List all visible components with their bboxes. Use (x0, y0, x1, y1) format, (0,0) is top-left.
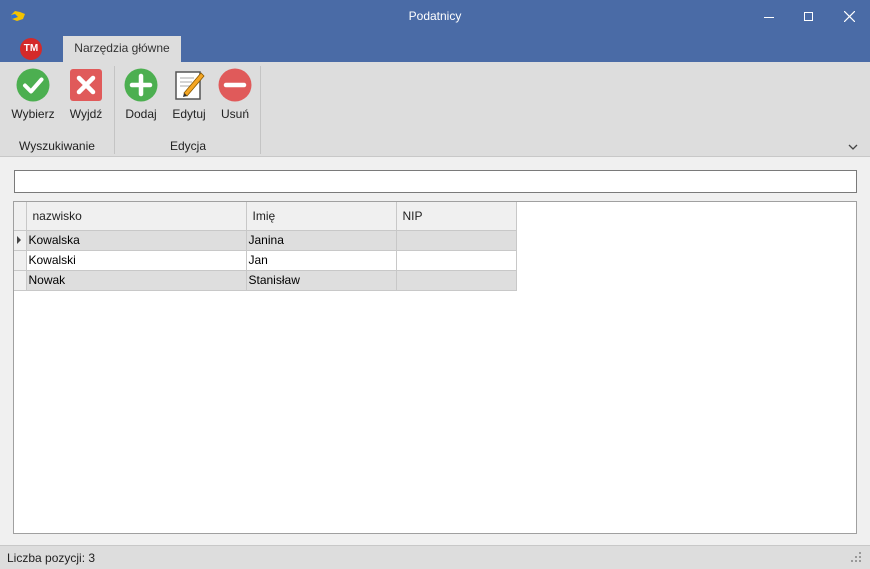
dodaj-label: Dodaj (125, 107, 157, 121)
cell-imie[interactable]: Stanisław (245, 269, 397, 291)
cell-imie[interactable]: Jan (245, 249, 397, 271)
title-bar: Podatnicy (0, 0, 870, 33)
grid-header-row: nazwisko Imię NIP (14, 202, 517, 231)
ribbon-panel: Wybierz Wyjdź Wyszukiwanie Dodaj Edytuj (0, 62, 870, 157)
maximize-button[interactable] (792, 0, 826, 33)
cell-imie[interactable]: Janina (245, 229, 397, 251)
close-button[interactable] (832, 0, 866, 33)
wyjdz-label: Wyjdź (69, 107, 103, 121)
cell-nip[interactable] (395, 249, 517, 271)
edytuj-button[interactable]: Edytuj (168, 68, 210, 126)
data-grid[interactable]: nazwisko Imię NIP Kowalska Janina Kowals… (13, 201, 857, 534)
edit-pencil-icon (175, 71, 205, 100)
grid-corner-header (14, 202, 27, 231)
group-label-edycja: Edycja (169, 139, 207, 153)
resize-grip-icon[interactable] (850, 551, 862, 563)
table-row[interactable]: Kowalska Janina (14, 229, 517, 251)
wybierz-label: Wybierz (11, 107, 55, 121)
row-header[interactable] (14, 229, 27, 251)
usun-label: Usuń (220, 107, 249, 121)
minus-icon (218, 68, 252, 102)
column-header-nip[interactable]: NIP (395, 202, 517, 231)
status-text: Liczba pozycji: 3 (7, 551, 96, 565)
grid-table: nazwisko Imię NIP Kowalska Janina Kowals… (14, 202, 517, 291)
dodaj-button[interactable]: Dodaj (121, 68, 161, 126)
table-row[interactable]: Kowalski Jan (14, 249, 517, 271)
close-x-icon (70, 69, 102, 101)
group-separator (260, 66, 261, 154)
tab-narzedzia-glowne[interactable]: Narzędzia główne (63, 36, 181, 62)
current-row-arrow-icon (17, 236, 21, 244)
search-input[interactable] (14, 170, 857, 193)
cell-nip[interactable] (395, 229, 517, 251)
group-separator (114, 66, 115, 154)
column-header-imie[interactable]: Imię (245, 202, 397, 231)
column-header-nazwisko[interactable]: nazwisko (25, 202, 247, 231)
cell-nazwisko[interactable]: Nowak (25, 269, 247, 291)
plus-icon (124, 68, 158, 102)
ribbon-tab-bar: TM Narzędzia główne (0, 33, 870, 62)
maximize-icon (804, 11, 813, 21)
group-label-wyszukiwanie: Wyszukiwanie (19, 139, 95, 153)
wybierz-button[interactable]: Wybierz (10, 68, 56, 126)
usun-button[interactable]: Usuń (216, 68, 254, 126)
check-icon (16, 68, 50, 102)
status-bar: Liczba pozycji: 3 (0, 545, 870, 569)
chevron-down-icon[interactable] (846, 141, 860, 153)
minimize-button[interactable] (752, 0, 786, 33)
cell-nazwisko[interactable]: Kowalska (25, 229, 247, 251)
minimize-icon (764, 16, 774, 18)
window-title: Podatnicy (408, 9, 462, 23)
table-row[interactable]: Nowak Stanisław (14, 269, 517, 291)
row-header[interactable] (14, 269, 27, 291)
cell-nazwisko[interactable]: Kowalski (25, 249, 247, 271)
row-header[interactable] (14, 249, 27, 271)
app-menu-logo[interactable]: TM (20, 38, 42, 60)
edytuj-label: Edytuj (172, 107, 206, 121)
close-icon (843, 11, 855, 22)
wyjdz-button[interactable]: Wyjdź (66, 68, 106, 126)
cell-nip[interactable] (395, 269, 517, 291)
